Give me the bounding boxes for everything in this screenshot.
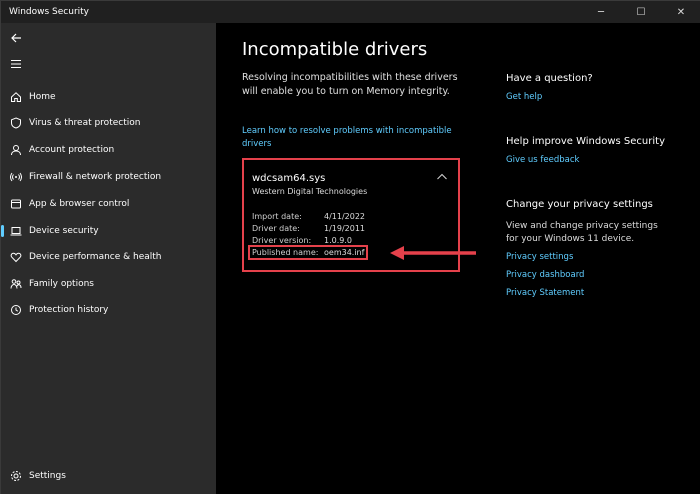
- maximize-button[interactable]: ☐: [621, 1, 661, 23]
- sidebar: Home Virus & threat protection Account p…: [1, 23, 216, 494]
- sidebar-item-app-browser-control[interactable]: App & browser control: [1, 192, 216, 216]
- published-name-highlight: [248, 245, 368, 260]
- driver-vendor: Western Digital Technologies: [252, 187, 368, 196]
- family-icon: [9, 277, 23, 291]
- menu-button[interactable]: [7, 55, 25, 73]
- sidebar-item-protection-history[interactable]: Protection history: [1, 298, 216, 322]
- driver-name: wdcsam64.sys: [252, 173, 326, 184]
- title-bar: Windows Security ─ ☐ ✕: [1, 1, 700, 23]
- driver-version-row: Driver version: 1.0.9.0: [252, 236, 352, 245]
- back-button[interactable]: [7, 29, 25, 47]
- feedback-link[interactable]: Give us feedback: [506, 155, 579, 165]
- field-value: 4/11/2022: [324, 212, 366, 221]
- sidebar-item-family-options[interactable]: Family options: [1, 272, 216, 296]
- wifi-icon: [9, 170, 23, 184]
- sidebar-item-label: Account protection: [29, 145, 115, 155]
- page-title: Incompatible drivers: [242, 39, 428, 60]
- sidebar-item-account-protection[interactable]: Account protection: [1, 138, 216, 162]
- field-value: 1.0.9.0: [324, 236, 352, 245]
- heart-icon: [9, 250, 23, 264]
- laptop-icon: [9, 224, 23, 238]
- sidebar-item-label: Protection history: [29, 305, 109, 315]
- question-title: Have a question?: [506, 73, 593, 84]
- main-content: Incompatible drivers Resolving incompati…: [216, 23, 700, 494]
- get-help-link[interactable]: Get help: [506, 92, 542, 102]
- driver-date-row: Driver date: 1/19/2011: [252, 224, 365, 233]
- privacy-statement-link[interactable]: Privacy Statement: [506, 288, 584, 298]
- home-icon: [9, 90, 23, 104]
- sidebar-item-label: Firewall & network protection: [29, 172, 162, 182]
- minimize-button[interactable]: ─: [581, 1, 621, 23]
- sidebar-item-home[interactable]: Home: [1, 85, 216, 109]
- windows-security-window: Windows Security ─ ☐ ✕ Home Virus & thre…: [0, 0, 700, 494]
- sidebar-item-label: Device performance & health: [29, 252, 162, 262]
- window-controls: ─ ☐ ✕: [581, 1, 700, 23]
- sidebar-item-label: App & browser control: [29, 199, 130, 209]
- field-key: Import date:: [252, 212, 302, 221]
- red-arrow-annotation: [390, 246, 476, 260]
- field-value: 1/19/2011: [324, 224, 366, 233]
- field-key: Driver date:: [252, 224, 300, 233]
- sidebar-item-label: Device security: [29, 226, 99, 236]
- history-icon: [9, 303, 23, 317]
- person-icon: [9, 143, 23, 157]
- privacy-settings-link[interactable]: Privacy settings: [506, 252, 573, 262]
- learn-more-link[interactable]: Learn how to resolve problems with incom…: [242, 125, 467, 151]
- privacy-description: View and change privacy settings for you…: [506, 221, 658, 244]
- sidebar-item-firewall-network[interactable]: Firewall & network protection: [1, 165, 216, 189]
- field-key: Driver version:: [252, 236, 312, 245]
- sidebar-item-label: Virus & threat protection: [29, 118, 141, 128]
- back-arrow-icon: [11, 33, 21, 43]
- sidebar-item-settings[interactable]: Settings: [1, 464, 216, 488]
- gear-icon: [9, 469, 23, 483]
- sidebar-item-label: Home: [29, 92, 56, 102]
- app-title: Windows Security: [9, 7, 89, 17]
- browser-icon: [9, 197, 23, 211]
- improve-title: Help improve Windows Security: [506, 136, 665, 147]
- sidebar-item-virus-threat-protection[interactable]: Virus & threat protection: [1, 111, 216, 135]
- import-date-row: Import date: 4/11/2022: [252, 212, 365, 221]
- page-description: Resolving incompatibilities with these d…: [242, 72, 458, 97]
- chevron-up-icon[interactable]: [436, 172, 448, 182]
- sidebar-item-label: Settings: [29, 471, 66, 481]
- privacy-dashboard-link[interactable]: Privacy dashboard: [506, 270, 584, 280]
- sidebar-item-device-performance[interactable]: Device performance & health: [1, 245, 216, 269]
- hamburger-icon: [11, 59, 21, 69]
- privacy-title: Change your privacy settings: [506, 199, 653, 210]
- shield-icon: [9, 116, 23, 130]
- sidebar-item-device-security[interactable]: Device security: [1, 219, 216, 243]
- sidebar-item-label: Family options: [29, 279, 94, 289]
- close-button[interactable]: ✕: [661, 1, 700, 23]
